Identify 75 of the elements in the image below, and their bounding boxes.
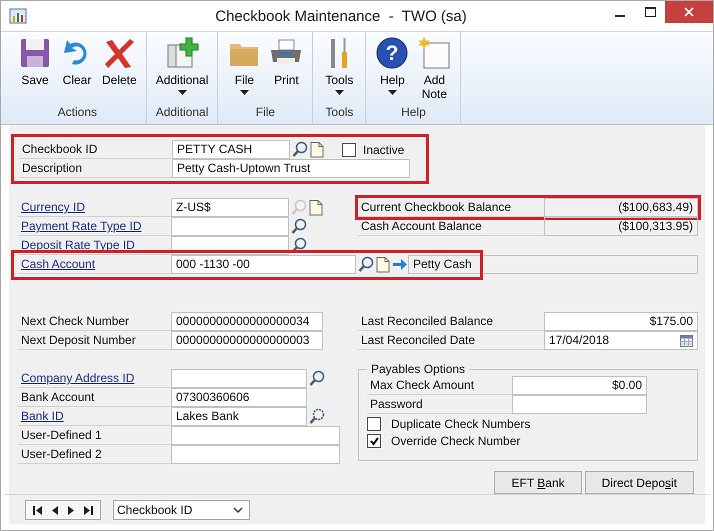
balance-value: ($100,313.95) [544,217,698,236]
minimize-icon [615,14,625,16]
input-field[interactable]: 00000000000000000003 [171,331,323,350]
ribbon-button[interactable]: Tools [319,32,360,104]
ribbon-button[interactable]: Additional [152,32,212,104]
caret-icon [334,90,344,95]
ribbon-button[interactable]: Add Note [414,32,454,104]
field-label: Last Reconciled Date [358,331,544,350]
input-field[interactable] [171,426,340,445]
input-field[interactable] [171,217,289,236]
balance-value: ($100,683.49) [544,198,698,217]
check-icon [368,436,380,446]
app-icon [9,7,27,25]
first-record-icon[interactable] [32,504,44,516]
ribbon-button[interactable]: Delete [99,32,140,104]
lookup-icon[interactable] [309,370,325,387]
help-icon: ? [375,36,410,70]
checkbox-label: Duplicate Check Numbers [391,417,530,431]
input-field[interactable] [171,369,307,388]
next-record-icon[interactable] [66,504,76,516]
checkbox-label: Override Check Number [391,434,520,448]
note-icon[interactable] [309,199,323,216]
ribbon-button[interactable]: ? Help [372,32,412,104]
maximize-icon [644,7,656,17]
push-button[interactable]: Direct Deposit [584,471,694,494]
note-icon[interactable] [376,256,390,273]
group-label: Actions [58,105,98,119]
input-field[interactable] [512,395,647,414]
caret-icon [178,90,187,95]
input-field[interactable]: 07300360606 [171,388,307,407]
ribbon-button[interactable]: Print [266,32,306,104]
note-icon[interactable] [310,141,324,158]
push-button[interactable]: EFT Bank [494,471,582,494]
caret-icon [388,90,397,95]
input-field[interactable]: Lakes Bank [171,407,307,426]
lookup-icon[interactable] [358,256,374,273]
lookup-icon[interactable] [309,408,325,425]
field-label: Current Checkbook Balance [358,198,544,217]
input-field[interactable]: 00000000000000000034 [171,312,323,331]
calendar-icon[interactable] [680,334,693,346]
group-label: Help [401,105,426,119]
checkbox[interactable] [367,434,381,448]
previous-record-icon[interactable] [50,504,60,516]
account-description: Petty Cash [408,255,698,274]
input-field[interactable]: 000 -1130 -00 [171,255,356,274]
input-field[interactable]: Petty Cash-Uptown Trust [172,159,410,178]
input-field[interactable]: $0.00 [512,376,647,395]
browse-by-dropdown[interactable]: Checkbook ID [113,500,250,520]
input-field[interactable]: Z-US$ [171,198,289,217]
group-label: File [256,105,276,119]
chevron-down-icon [233,506,243,512]
field-label: Cash Account Balance [358,217,544,236]
checkbox[interactable] [367,417,381,431]
arrow-icon[interactable] [392,256,408,273]
close-button[interactable] [665,1,713,23]
date-field[interactable]: 17/04/2018 [544,331,698,350]
caret-icon [240,90,249,95]
group-label: Tools [325,105,354,119]
ribbon-button[interactable]: Clear [57,32,97,104]
input-field[interactable] [171,445,340,464]
lookup-icon[interactable] [292,141,308,158]
ribbon-button[interactable]: File [224,32,264,104]
group-title: Payables Options [370,362,466,376]
last-record-icon[interactable] [82,504,94,516]
note-star-icon [417,36,452,70]
window-title: Checkbook Maintenance - TWO (sa) [215,8,467,25]
lookup-icon[interactable] [291,218,307,235]
ribbon-button[interactable]: Save [15,32,55,104]
cross-icon [102,36,136,70]
input-field[interactable]: $175.00 [544,312,698,331]
input-field[interactable]: PETTY CASH [172,140,290,159]
checkbox-label: Inactive [363,142,404,156]
close-icon [684,7,694,17]
field-label: Last Reconciled Balance [358,312,544,331]
group-label: Additional [156,105,208,119]
